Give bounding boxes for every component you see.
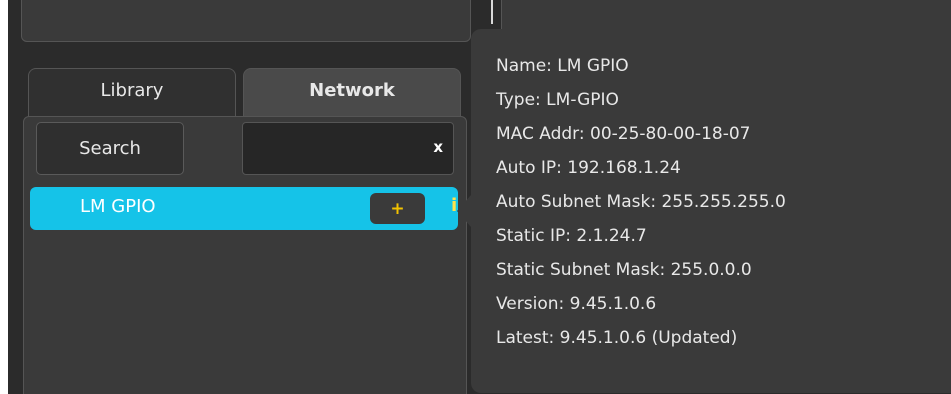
- tooltip-mac: MAC Addr: 00-25-80-00-18-07: [496, 124, 751, 144]
- search-button-label: Search: [79, 138, 141, 159]
- device-list-item[interactable]: LM GPIO + i: [30, 187, 458, 230]
- tooltip-latest: Latest: 9.45.1.0.6 (Updated): [496, 328, 738, 348]
- clear-icon[interactable]: x: [433, 138, 443, 156]
- tooltip-static-subnet: Static Subnet Mask: 255.0.0.0: [496, 260, 752, 280]
- tab-network-label: Network: [309, 80, 395, 101]
- add-device-button[interactable]: +: [370, 193, 425, 224]
- search-input[interactable]: x: [242, 122, 454, 175]
- tooltip-version: Version: 9.45.1.0.6: [496, 294, 657, 314]
- search-button[interactable]: Search: [36, 122, 184, 175]
- device-name: LM GPIO: [80, 196, 156, 217]
- tooltip-type: Type: LM-GPIO: [496, 90, 619, 110]
- tooltip-auto-subnet: Auto Subnet Mask: 255.255.255.0: [496, 192, 786, 212]
- splitter[interactable]: [491, 0, 493, 24]
- tab-library-label: Library: [100, 80, 164, 101]
- tab-network[interactable]: Network: [243, 68, 461, 118]
- tooltip-name: Name: LM GPIO: [496, 56, 629, 76]
- tab-library[interactable]: Library: [28, 68, 236, 118]
- top-panel: [21, 0, 471, 42]
- tooltip-arrow: [457, 195, 471, 227]
- tooltip-static-ip: Static IP: 2.1.24.7: [496, 226, 647, 246]
- device-info-tooltip: Name: LM GPIO Type: LM-GPIO MAC Addr: 00…: [457, 29, 951, 393]
- tooltip-auto-ip: Auto IP: 192.168.1.24: [496, 158, 681, 178]
- plus-icon: +: [390, 198, 405, 219]
